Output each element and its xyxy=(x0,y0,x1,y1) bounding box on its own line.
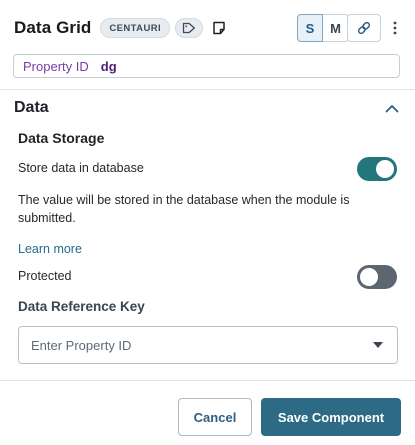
toggle-knob xyxy=(360,268,378,286)
protected-label: Protected xyxy=(18,269,72,283)
size-small-button[interactable]: S xyxy=(297,14,323,42)
link-icon xyxy=(357,21,371,35)
data-storage-heading: Data Storage xyxy=(18,130,105,146)
note-button[interactable] xyxy=(211,20,227,36)
property-id-value: dg xyxy=(100,58,117,74)
data-section-header[interactable]: Data xyxy=(14,95,401,121)
property-id-label: Property ID xyxy=(23,58,89,74)
data-reference-key-heading: Data Reference Key xyxy=(18,299,145,314)
divider xyxy=(0,380,415,381)
size-toggle-group: S M xyxy=(297,14,349,42)
save-component-button[interactable]: Save Component xyxy=(261,398,401,436)
link-button[interactable] xyxy=(347,14,381,42)
protected-toggle[interactable] xyxy=(357,265,397,289)
size-medium-button[interactable]: M xyxy=(323,14,349,42)
note-icon xyxy=(213,21,225,35)
tags-button[interactable] xyxy=(175,18,203,38)
theme-badge: CENTAURI xyxy=(100,18,170,38)
kebab-menu-icon xyxy=(393,21,397,35)
caret-down-icon xyxy=(373,342,383,348)
component-title: Data Grid xyxy=(14,18,92,37)
store-data-label: Store data in database xyxy=(18,161,144,175)
select-placeholder: Enter Property ID xyxy=(31,337,132,353)
store-data-description: The value will be stored in the database… xyxy=(18,193,350,225)
tag-icon xyxy=(182,22,195,34)
chevron-up-icon xyxy=(385,104,399,112)
cancel-button[interactable]: Cancel xyxy=(178,398,252,436)
property-id-field[interactable]: Property ID dg xyxy=(13,54,400,78)
component-header: Data Grid CENTAURI S M xyxy=(14,14,405,42)
store-data-toggle[interactable] xyxy=(357,157,397,181)
collapse-button[interactable] xyxy=(383,99,401,117)
more-options-button[interactable] xyxy=(388,14,402,42)
divider xyxy=(0,89,415,90)
data-reference-key-select[interactable]: Enter Property ID xyxy=(18,326,398,364)
learn-more-link[interactable]: Learn more xyxy=(18,242,82,256)
section-title: Data xyxy=(14,99,49,116)
toggle-knob xyxy=(376,160,394,178)
